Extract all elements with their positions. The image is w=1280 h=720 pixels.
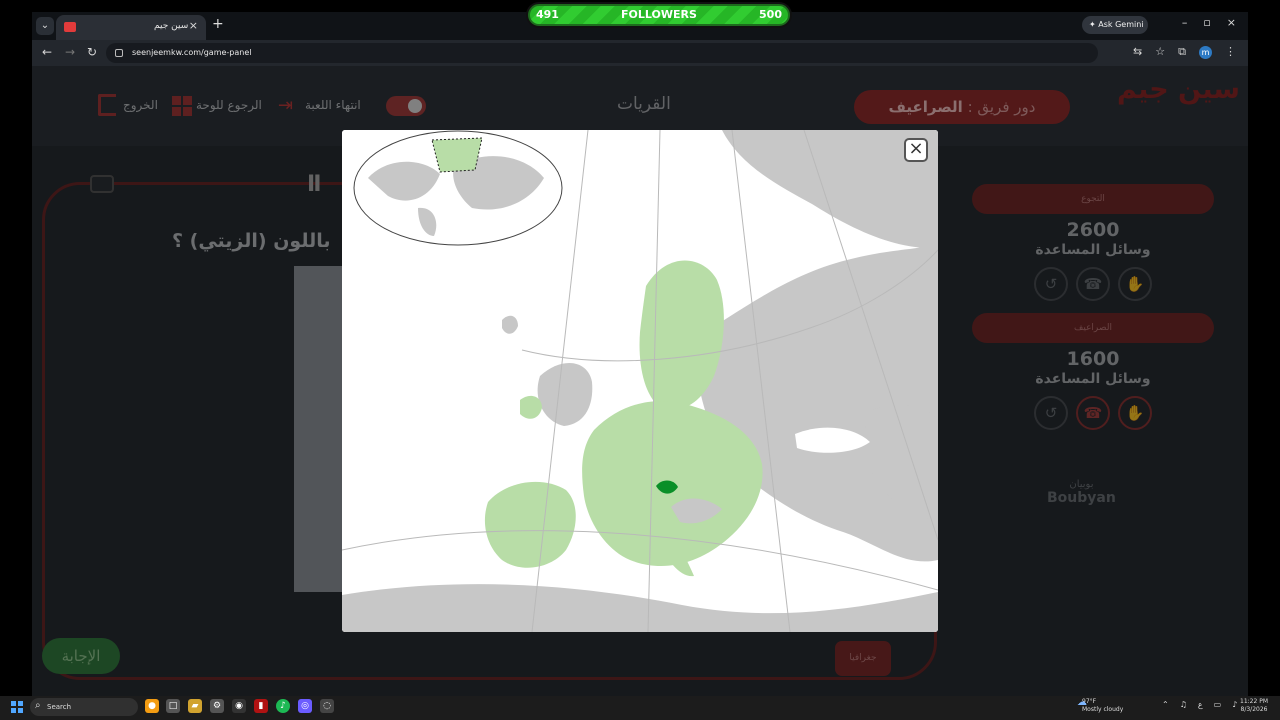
mic-icon[interactable]: ♫ (1180, 700, 1187, 709)
time-text: 11:22 PM (1240, 698, 1268, 705)
app-icon[interactable]: □ (166, 699, 180, 713)
avatar[interactable]: m (1199, 46, 1212, 59)
extension-icon[interactable]: ⧉ (1178, 45, 1186, 58)
discord-icon[interactable]: ◎ (298, 699, 312, 713)
close-icon[interactable]: × (189, 19, 198, 32)
clock[interactable]: 11:22 PM 8/3/2026 (1240, 698, 1268, 714)
language-icon[interactable]: ع (1198, 700, 1203, 709)
system-tray: ⌃ ♫ ع ▭ ♪ (1162, 700, 1248, 709)
windows-icon[interactable] (11, 701, 23, 713)
red-app-icon[interactable]: ▮ (254, 699, 268, 713)
settings-icon[interactable]: ⚙ (210, 699, 224, 713)
ask-gemini-button[interactable]: ✦ Ask Gemini (1082, 16, 1148, 34)
browser-window: ⌄ سين جيم × + ✦ Ask Gemini – ▫ × ← → ↻ see… (32, 12, 1248, 696)
close-icon[interactable]: × (904, 138, 928, 162)
plus-icon[interactable]: + (212, 16, 224, 32)
temperature: 97°F (1082, 698, 1097, 705)
weather-text: Mostly cloudy (1082, 706, 1124, 713)
star-icon[interactable]: ☆ (1155, 45, 1165, 58)
cloud-icon: ☁ (1077, 697, 1087, 708)
address-bar[interactable]: seenjeemkw.com/game-panel (106, 43, 1098, 63)
restore-icon[interactable]: ▫ (1203, 16, 1210, 29)
browser-toolbar: ← → ↻ seenjeemkw.com/game-panel ⇆ ☆ ⧉ m ⋮ (32, 40, 1248, 66)
browser-icon[interactable]: ◌ (320, 699, 334, 713)
date-text: 8/3/2026 (1240, 706, 1268, 713)
minimize-icon[interactable]: – (1182, 16, 1188, 29)
display-icon[interactable]: ▭ (1214, 700, 1222, 709)
weather-widget[interactable]: ☁ 97°F Mostly cloudy (1077, 698, 1124, 714)
reload-icon[interactable]: ↻ (87, 45, 97, 59)
spotify-icon[interactable]: ♪ (276, 699, 290, 713)
search-input[interactable]: Search (30, 697, 138, 716)
followers-current: 491 (536, 8, 559, 21)
taskbar: Search ● □ ▰ ⚙ ◉ ▮ ♪ ◎ ◌ ☁ 97°F Mostly c… (0, 696, 1280, 720)
followers-progress: 491 FOLLOWERS 500 (528, 4, 790, 26)
screen: ⌄ سين جيم × + ✦ Ask Gemini – ▫ × ← → ↻ see… (0, 0, 1280, 720)
toolbar-icons: ⇆ ☆ ⧉ m ⋮ (1120, 45, 1236, 59)
tab-title: سين جيم (154, 21, 189, 31)
inset-europe-frame (431, 137, 483, 173)
followers-label: FOLLOWERS (621, 8, 697, 21)
map-modal: × (342, 130, 938, 632)
translate-icon[interactable]: ⇆ (1133, 45, 1142, 58)
close-icon[interactable]: × (1227, 16, 1236, 29)
ask-gemini-label: Ask Gemini (1098, 20, 1144, 29)
window-controls: – ▫ × (1166, 16, 1236, 29)
tab-list-icon[interactable]: ⌄ (36, 17, 54, 35)
address-text: seenjeemkw.com/game-panel (132, 48, 252, 57)
game-page: سين جيم دور فريق : الصراعيف القريات ⇥ ان… (32, 66, 1248, 696)
europe-map (342, 130, 938, 632)
forward-icon[interactable]: → (65, 45, 75, 59)
site-info-icon[interactable] (115, 49, 123, 57)
up-icon[interactable]: ⌃ (1162, 700, 1169, 709)
menu-icon[interactable]: ⋮ (1225, 45, 1236, 58)
site-favicon-icon (64, 22, 76, 32)
chrome-icon[interactable]: ● (145, 699, 159, 713)
back-icon[interactable]: ← (42, 45, 52, 59)
followers-target: 500 (759, 8, 782, 21)
volume-icon[interactable]: ♪ (1232, 700, 1237, 709)
search-placeholder: Search (47, 703, 72, 711)
folder-icon[interactable]: ▰ (188, 699, 202, 713)
active-tab[interactable]: سين جيم × (56, 15, 206, 40)
obs-icon[interactable]: ◉ (232, 699, 246, 713)
